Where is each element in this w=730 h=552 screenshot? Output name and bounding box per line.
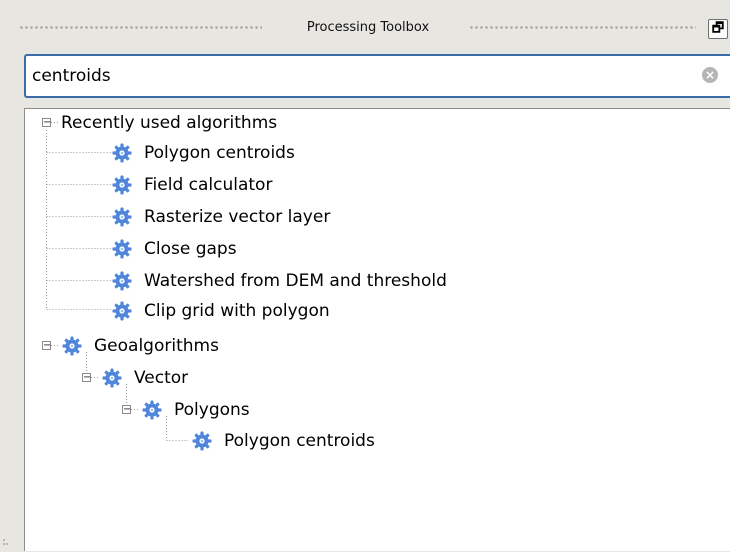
tree-node-label: Recently used algorithms <box>61 113 278 133</box>
gear-icon <box>112 271 132 291</box>
gear-icon <box>62 336 82 356</box>
clear-search-icon[interactable]: × <box>702 67 718 83</box>
drag-grip-left[interactable] <box>20 26 262 31</box>
recent-expander[interactable]: − <box>42 118 51 128</box>
search-box[interactable]: × <box>24 54 730 98</box>
tree-item-label: Rasterize vector layer <box>144 207 331 227</box>
gear-icon <box>112 301 132 321</box>
gear-icon <box>112 175 132 195</box>
tree-node-label: Geoalgorithms <box>94 336 219 356</box>
vector-expander[interactable]: − <box>82 373 91 383</box>
resize-grip-icon[interactable] <box>2 537 10 547</box>
tree-item-label: Polygon centroids <box>224 431 375 451</box>
gear-icon <box>112 239 132 259</box>
geoalgorithms-expander[interactable]: − <box>42 341 51 351</box>
gear-icon <box>112 143 132 163</box>
panel-title-bar[interactable]: Processing Toolbox 🗗 ✕ <box>18 16 730 42</box>
tree-item-label: Field calculator <box>144 175 273 195</box>
panel-title: Processing Toolbox <box>306 20 430 35</box>
drag-grip-right[interactable] <box>470 26 696 31</box>
tree-node-label: Polygons <box>174 400 250 420</box>
gear-icon <box>112 207 132 227</box>
tree-item-label: Clip grid with polygon <box>144 301 330 321</box>
algorithm-tree[interactable]: − Recently used algorithms Polygon centr… <box>24 108 730 551</box>
search-input[interactable] <box>32 63 672 89</box>
gear-icon <box>192 431 212 451</box>
tree-item-label: Close gaps <box>144 239 237 259</box>
gear-icon <box>142 400 162 420</box>
tree-item-label: Watershed from DEM and threshold <box>144 271 447 291</box>
gear-icon <box>102 368 122 388</box>
tree-node-label: Vector <box>134 368 189 388</box>
tree-item-label: Polygon centroids <box>144 143 295 163</box>
float-panel-button[interactable]: 🗗 <box>708 19 728 39</box>
polygons-expander[interactable]: − <box>122 405 131 415</box>
